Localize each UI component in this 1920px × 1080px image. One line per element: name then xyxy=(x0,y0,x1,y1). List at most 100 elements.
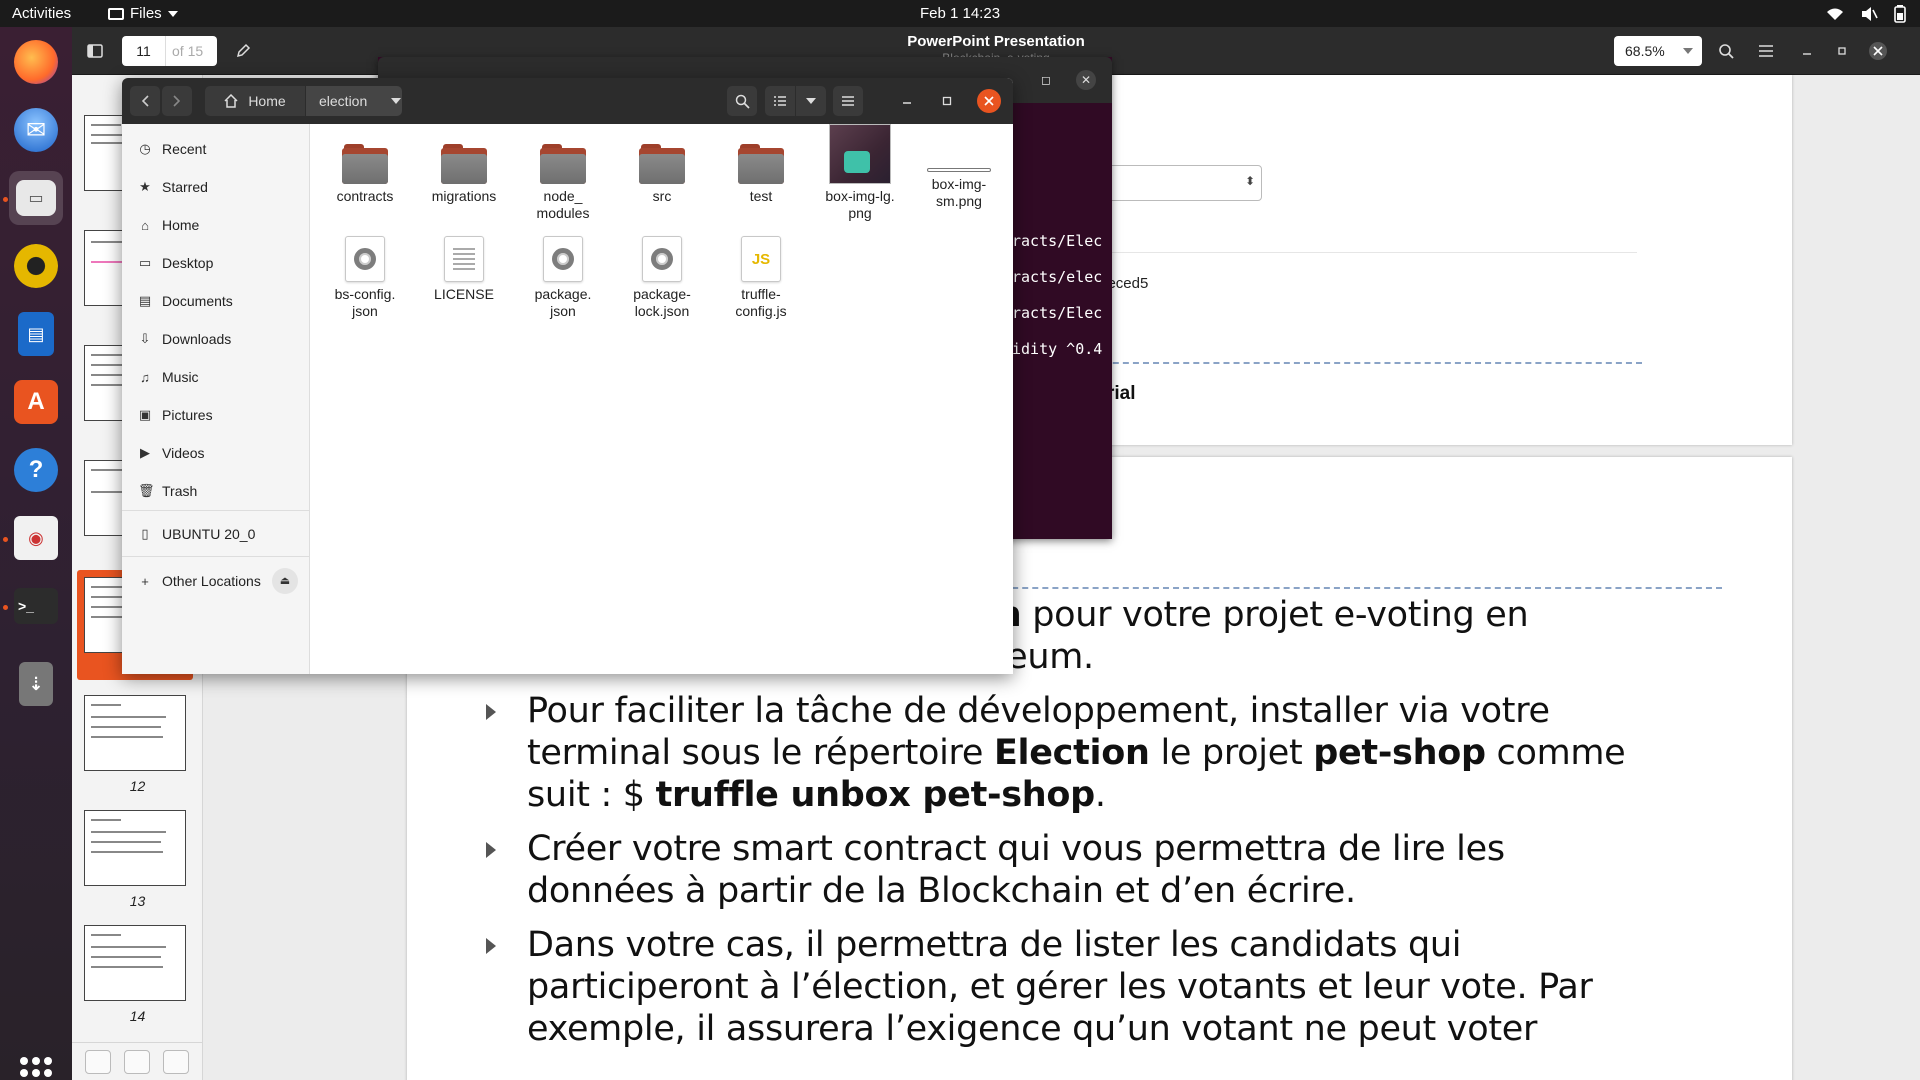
dock-files[interactable]: ▭ xyxy=(9,171,63,225)
file-item-src[interactable]: src xyxy=(619,144,705,205)
text-file-icon xyxy=(444,236,484,282)
maximize-button[interactable] xyxy=(1829,35,1855,67)
path-home-button[interactable]: Home xyxy=(205,86,305,116)
sidebar-item-drive[interactable]: ▯ UBUNTU 20_0 xyxy=(132,519,302,549)
sidebar-item-label: Starred xyxy=(162,179,208,195)
minimize-button[interactable] xyxy=(1794,35,1820,67)
sidebar-item-label: Other Locations xyxy=(162,573,261,589)
show-applications-icon[interactable] xyxy=(20,1057,52,1080)
page-thumbnail[interactable] xyxy=(84,695,186,771)
file-item-license[interactable]: LICENSE xyxy=(421,236,507,303)
clock[interactable]: Feb 1 14:23 xyxy=(920,5,1000,22)
sidebar-item-label: Recent xyxy=(162,141,207,157)
search-button[interactable] xyxy=(727,86,757,116)
javascript-file-icon: JS xyxy=(741,236,781,282)
file-item-truffle-config-js[interactable]: JS truffle- config.js xyxy=(718,236,804,320)
bullet-2-text-b: le projet xyxy=(1149,733,1314,773)
annotations-view-button[interactable] xyxy=(124,1049,150,1074)
file-item-box-img-sm-png[interactable]: box-img- sm.png xyxy=(916,144,1002,210)
sidebar-item-label: Music xyxy=(162,369,199,385)
dock-software[interactable]: A xyxy=(9,375,63,429)
bullet-2-bold-petshop: pet-shop xyxy=(1313,733,1486,773)
sidebar-item-home[interactable]: ⌂ Home xyxy=(132,210,302,240)
app-menu-button[interactable]: Files xyxy=(108,0,178,27)
minimize-icon xyxy=(903,102,911,104)
path-current-button[interactable]: election xyxy=(306,86,402,116)
file-name: test xyxy=(749,188,773,204)
maximize-icon[interactable]: ◻ xyxy=(1036,70,1056,90)
file-item-test[interactable]: test xyxy=(718,144,804,205)
back-button[interactable] xyxy=(130,86,160,116)
close-button[interactable] xyxy=(977,89,1001,113)
file-item-contracts[interactable]: contracts xyxy=(322,144,408,205)
page-number-input[interactable]: 11 xyxy=(122,36,165,66)
sidebar-item-label: Downloads xyxy=(162,331,232,347)
sidebar-item-pictures[interactable]: ▣ Pictures xyxy=(132,400,302,430)
terminal-line: idity ^0.4 xyxy=(1012,340,1103,358)
minimize-button[interactable] xyxy=(895,86,919,116)
page-thumbnail[interactable] xyxy=(84,925,186,1001)
sidebar-item-downloads[interactable]: ⇩ Downloads xyxy=(132,324,302,354)
main-menu-button[interactable] xyxy=(1749,35,1783,67)
usb-drive-icon: ⇣ xyxy=(19,662,53,706)
activities-button[interactable]: Activities xyxy=(12,0,71,27)
sidebar-item-videos[interactable]: ▶ Videos xyxy=(132,438,302,468)
dock-writer[interactable]: ▤ xyxy=(9,307,63,361)
file-item-package-lock-json[interactable]: package- lock.json xyxy=(619,236,705,320)
chevron-down-icon xyxy=(167,10,178,17)
help-icon: ? xyxy=(14,448,58,492)
sidebar-item-starred[interactable]: ★ Starred xyxy=(132,172,302,202)
file-item-bs-config-json[interactable]: bs-config. json xyxy=(322,236,408,320)
chevron-left-icon xyxy=(141,95,149,107)
files-icon: ▭ xyxy=(16,180,56,216)
folder-icon xyxy=(342,144,388,184)
folder-icon xyxy=(738,144,784,184)
dock-help[interactable]: ? xyxy=(9,443,63,497)
close-icon[interactable]: ✕ xyxy=(1076,70,1096,90)
files-menu-button[interactable] xyxy=(833,86,863,116)
desktop-icon: ▭ xyxy=(138,255,152,270)
forward-button[interactable] xyxy=(162,86,192,116)
system-menu[interactable] xyxy=(1826,0,1906,27)
dock-rhythmbox[interactable] xyxy=(9,239,63,293)
zoom-select[interactable]: 68.5% xyxy=(1614,36,1702,66)
folder-icon xyxy=(441,144,487,184)
annotate-button[interactable] xyxy=(226,35,260,67)
battery-icon xyxy=(1894,4,1906,23)
page-thumbnail[interactable] xyxy=(84,810,186,886)
file-name: src xyxy=(652,188,672,204)
minimize-icon xyxy=(1803,53,1811,55)
maximize-button[interactable] xyxy=(935,86,959,116)
file-name: box-img- sm.png xyxy=(931,176,987,209)
sidebar-item-documents[interactable]: ▤ Documents xyxy=(132,286,302,316)
outline-view-button[interactable] xyxy=(163,1049,189,1074)
dock-document-viewer[interactable]: ◉ xyxy=(9,511,63,565)
dock-usb-drive[interactable]: ⇣ xyxy=(9,657,63,711)
dock-thunderbird[interactable]: ✉ xyxy=(9,103,63,157)
close-button[interactable] xyxy=(1865,35,1891,67)
file-item-node-modules[interactable]: node_ modules xyxy=(520,144,606,222)
search-button[interactable] xyxy=(1709,35,1743,67)
view-list-button[interactable] xyxy=(765,86,795,116)
bullet-2-bold-election: Election xyxy=(993,733,1150,773)
file-item-migrations[interactable]: migrations xyxy=(421,144,507,205)
sidebar-item-trash[interactable]: 🗑 Trash xyxy=(132,476,302,506)
thumbnails-view-button[interactable] xyxy=(85,1049,111,1074)
folder-icon xyxy=(540,144,586,184)
volume-muted-icon xyxy=(1862,6,1878,21)
sidebar-toggle-button[interactable] xyxy=(78,35,112,67)
dock-firefox[interactable] xyxy=(9,35,63,89)
sidebar-item-music[interactable]: ♫ Music xyxy=(132,362,302,392)
terminal-line: racts/Elec xyxy=(1012,232,1103,250)
sidebar-item-recent[interactable]: ◷ Recent xyxy=(132,134,302,164)
writer-icon: ▤ xyxy=(18,312,54,356)
sidebar-item-other-locations[interactable]: + Other Locations xyxy=(132,566,302,596)
clock-area: Feb 1 14:23 xyxy=(0,0,1920,27)
sidebar-item-label: Documents xyxy=(162,293,233,309)
file-name: contracts xyxy=(336,188,394,204)
file-item-box-img-lg-png[interactable]: box-img-lg. png xyxy=(817,124,903,222)
sidebar-item-desktop[interactable]: ▭ Desktop xyxy=(132,248,302,278)
dock-terminal[interactable]: >_ xyxy=(9,579,63,633)
file-item-package-json[interactable]: package. json xyxy=(520,236,606,320)
view-options-button[interactable] xyxy=(796,86,826,116)
